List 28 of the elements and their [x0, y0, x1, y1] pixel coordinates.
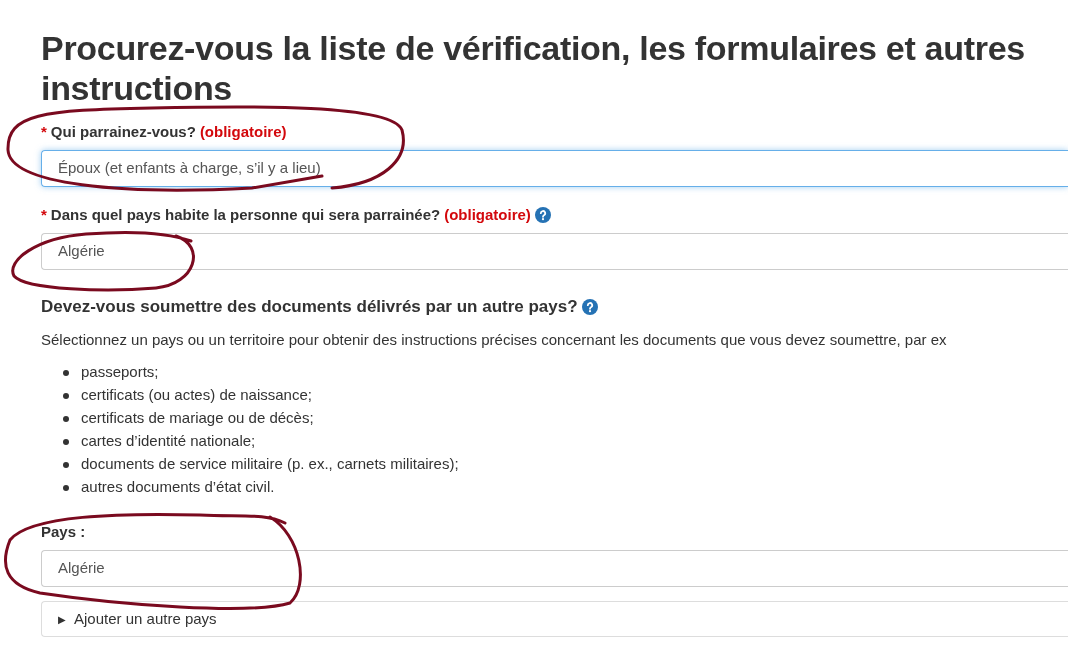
- country-select[interactable]: Algérie: [41, 233, 1068, 270]
- document-type: certificats (ou actes) de naissance;: [81, 385, 312, 406]
- field-label: Pays :: [41, 522, 87, 542]
- bullet-icon: [63, 392, 69, 399]
- bullet-icon: [63, 484, 69, 491]
- help-icon[interactable]: [581, 299, 598, 315]
- bullet-icon: [63, 369, 69, 376]
- document-type: documents de service militaire (p. ex., carnets militaires);: [81, 454, 459, 475]
- required-note: (obligatoire): [199, 122, 287, 142]
- required-note: (obligatoire): [444, 205, 531, 225]
- country-select[interactable]: Algérie: [41, 550, 1068, 587]
- required-asterisk: *: [41, 205, 47, 225]
- required-asterisk: *: [41, 122, 47, 142]
- document-type: autres documents d’état civil.: [81, 477, 275, 498]
- bullet-icon: [63, 461, 69, 468]
- document-type: cartes d’identité nationale;: [81, 431, 256, 452]
- help-icon[interactable]: [534, 207, 551, 223]
- field-label: Dans quel pays habite la personne qui sera parrainée?: [50, 205, 441, 225]
- field-label: Qui parrainez-vous?: [50, 122, 196, 142]
- section-intro: Sélectionnez un pays ou un territoire pour obtenir des instructions précises concernant les documents que vous devez soumettre, par ex: [41, 330, 948, 350]
- add-country-disclosure[interactable]: ▶ Ajouter un autre pays: [41, 601, 1068, 637]
- section-heading: Devez-vous soumettre des documents délivrés par un autre pays?: [41, 296, 578, 318]
- bullet-icon: [63, 415, 69, 422]
- document-type: passeports;: [81, 362, 159, 383]
- document-type: certificats de mariage ou de décès;: [81, 408, 314, 429]
- page-title: Procurez-vous la liste de vérification, les formulaires et autres instructions: [41, 28, 1026, 108]
- sponsor-select[interactable]: Époux (et enfants à charge, s’il y a lieu): [41, 150, 1068, 187]
- bullet-icon: [63, 438, 69, 445]
